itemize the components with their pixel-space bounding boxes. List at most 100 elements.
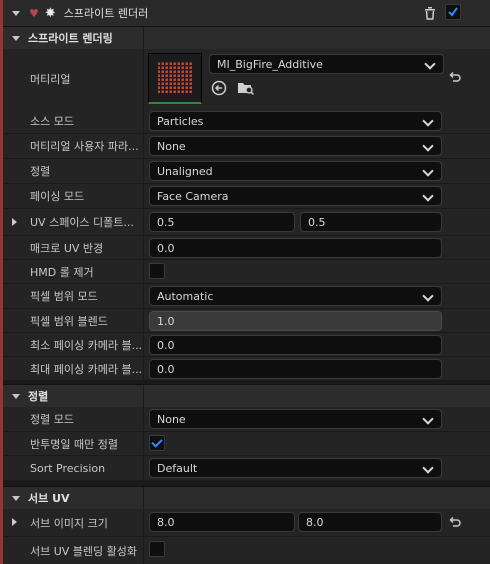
material-thumbnail[interactable] <box>148 53 202 104</box>
row-alignment-mode: 정렬 모드 None <box>3 407 490 432</box>
pixel-coverage-mode-combo[interactable]: Automatic <box>149 286 442 306</box>
min-facing-input[interactable]: 0.0 <box>149 335 442 355</box>
column-divider <box>143 357 144 380</box>
row-min-facing-camera-blend: 최소 페이싱 카메라 블... 0.0 <box>3 333 490 357</box>
row-label: HMD 롤 제거 <box>30 265 94 279</box>
row-label: 서브 이미지 크기 <box>30 516 108 530</box>
column-divider <box>143 432 144 455</box>
row-sort-precision: Sort Precision Default <box>3 456 490 481</box>
column-divider <box>143 407 144 431</box>
row-max-facing-camera-blend: 최대 페이싱 카메라 블... 0.0 <box>3 357 490 381</box>
row-source-mode: 소스 모드 Particles <box>3 109 490 134</box>
section-collapse-icon[interactable] <box>12 495 20 501</box>
column-divider <box>143 184 144 208</box>
input-value: 0.5 <box>157 215 175 229</box>
section-collapse-icon[interactable] <box>12 35 20 41</box>
module-title: 스프라이트 렌더러 <box>63 7 149 20</box>
column-divider <box>143 456 144 480</box>
row-material: 머티리얼 MI_BigFire_Additive <box>3 49 490 110</box>
column-divider <box>143 284 144 308</box>
combo-value: Automatic <box>157 289 214 303</box>
row-label: 최소 페이싱 카메라 블... <box>30 338 142 352</box>
section-title: 스프라이트 렌더링 <box>28 32 113 45</box>
column-divider <box>143 236 144 259</box>
column-divider <box>143 537 144 564</box>
chevron-down-icon <box>422 165 434 177</box>
combo-value: None <box>157 412 186 426</box>
section-title: 정렬 <box>28 390 49 403</box>
row-label: 최대 페이싱 카메라 블... <box>30 362 142 376</box>
reset-to-default-icon[interactable] <box>448 515 462 529</box>
chevron-down-icon <box>422 115 434 127</box>
input-value: 0.5 <box>308 215 326 229</box>
column-divider <box>143 309 144 332</box>
reset-to-default-icon[interactable] <box>448 70 462 84</box>
browse-folder-icon[interactable] <box>237 80 255 96</box>
chevron-down-icon <box>422 190 434 202</box>
section-title: 서브 UV <box>28 492 70 505</box>
uv-scale-y-input[interactable]: 0.5 <box>300 212 442 232</box>
uv-scale-x-input[interactable]: 0.5 <box>149 212 295 232</box>
alignment-combo[interactable]: Unaligned <box>149 161 442 181</box>
material-combo[interactable]: MI_BigFire_Additive <box>209 54 444 74</box>
combo-value: None <box>157 139 186 153</box>
row-label: 픽셀 범위 모드 <box>30 290 98 303</box>
row-label: 소스 모드 <box>30 115 74 128</box>
column-divider <box>143 109 144 133</box>
chevron-down-icon <box>424 58 436 70</box>
column-divider <box>143 159 144 183</box>
delete-icon[interactable] <box>422 5 438 21</box>
column-divider <box>143 49 144 109</box>
input-value: 0.0 <box>157 241 175 255</box>
row-pixel-coverage-mode: 픽셀 범위 모드 Automatic <box>3 284 490 309</box>
hmd-roll-checkbox[interactable] <box>149 263 165 279</box>
row-label: 반투명일 때만 정렬 <box>30 437 118 451</box>
module-enabled-checkbox[interactable] <box>445 4 461 20</box>
column-divider <box>143 509 144 536</box>
column-divider <box>143 27 144 49</box>
column-divider <box>143 260 144 283</box>
row-label: UV 스페이스 디폴트... <box>30 216 134 229</box>
collapse-arrow-icon[interactable] <box>12 10 20 16</box>
module-header[interactable]: ♥ ✸ 스프라이트 렌더러 <box>3 0 490 27</box>
sort-precision-combo[interactable]: Default <box>149 458 442 478</box>
expand-arrow-icon[interactable] <box>12 218 17 226</box>
details-panel: ♥ ✸ 스프라이트 렌더러 스프라이트 렌더링 머티리얼 MI_BigFire_… <box>0 0 490 564</box>
row-pixel-coverage-blend: 픽셀 범위 블렌드 1.0 <box>3 309 490 333</box>
row-macro-uv: 매크로 UV 반경 0.0 <box>3 236 490 260</box>
input-value: 8.0 <box>306 515 324 529</box>
section-sprite-rendering[interactable]: 스프라이트 렌더링 <box>3 26 490 50</box>
use-selected-arrow-icon[interactable] <box>211 80 227 96</box>
sort-translucent-checkbox[interactable] <box>149 435 165 451</box>
column-divider <box>143 134 144 158</box>
input-value: 0.0 <box>157 338 175 352</box>
source-mode-combo[interactable]: Particles <box>149 111 442 131</box>
chevron-down-icon <box>422 290 434 302</box>
expand-arrow-icon[interactable] <box>12 518 17 526</box>
sprite-burst-icon: ✸ <box>44 5 56 21</box>
combo-value: Particles <box>157 114 204 128</box>
section-collapse-icon[interactable] <box>12 393 20 399</box>
section-sub-uv[interactable]: 서브 UV <box>3 486 490 510</box>
material-param-combo[interactable]: None <box>149 136 442 156</box>
sub-uv-blend-checkbox[interactable] <box>149 541 165 557</box>
section-alignment[interactable]: 정렬 <box>3 384 490 408</box>
column-divider <box>143 487 144 509</box>
max-facing-input[interactable]: 0.0 <box>149 359 442 379</box>
combo-value: MI_BigFire_Additive <box>217 57 323 71</box>
row-alignment: 정렬 Unaligned <box>3 159 490 184</box>
chevron-down-icon <box>422 413 434 425</box>
row-label: 머티리얼 사용자 파라... <box>30 140 139 153</box>
sub-image-size-y-input[interactable]: 8.0 <box>298 512 442 532</box>
sub-image-size-x-input[interactable]: 8.0 <box>149 512 295 532</box>
macro-uv-input[interactable]: 0.0 <box>149 238 442 258</box>
row-label: 매크로 UV 반경 <box>30 241 104 255</box>
combo-value: Face Camera <box>157 189 229 203</box>
facing-mode-combo[interactable]: Face Camera <box>149 186 442 206</box>
pixel-coverage-blend-input: 1.0 <box>149 311 442 331</box>
row-label: Sort Precision <box>30 461 106 475</box>
row-sort-only-translucent: 반투명일 때만 정렬 <box>3 432 490 456</box>
row-label: 머티리얼 <box>30 73 71 86</box>
alignment-mode-combo[interactable]: None <box>149 409 442 429</box>
row-label: 정렬 <box>30 165 51 178</box>
